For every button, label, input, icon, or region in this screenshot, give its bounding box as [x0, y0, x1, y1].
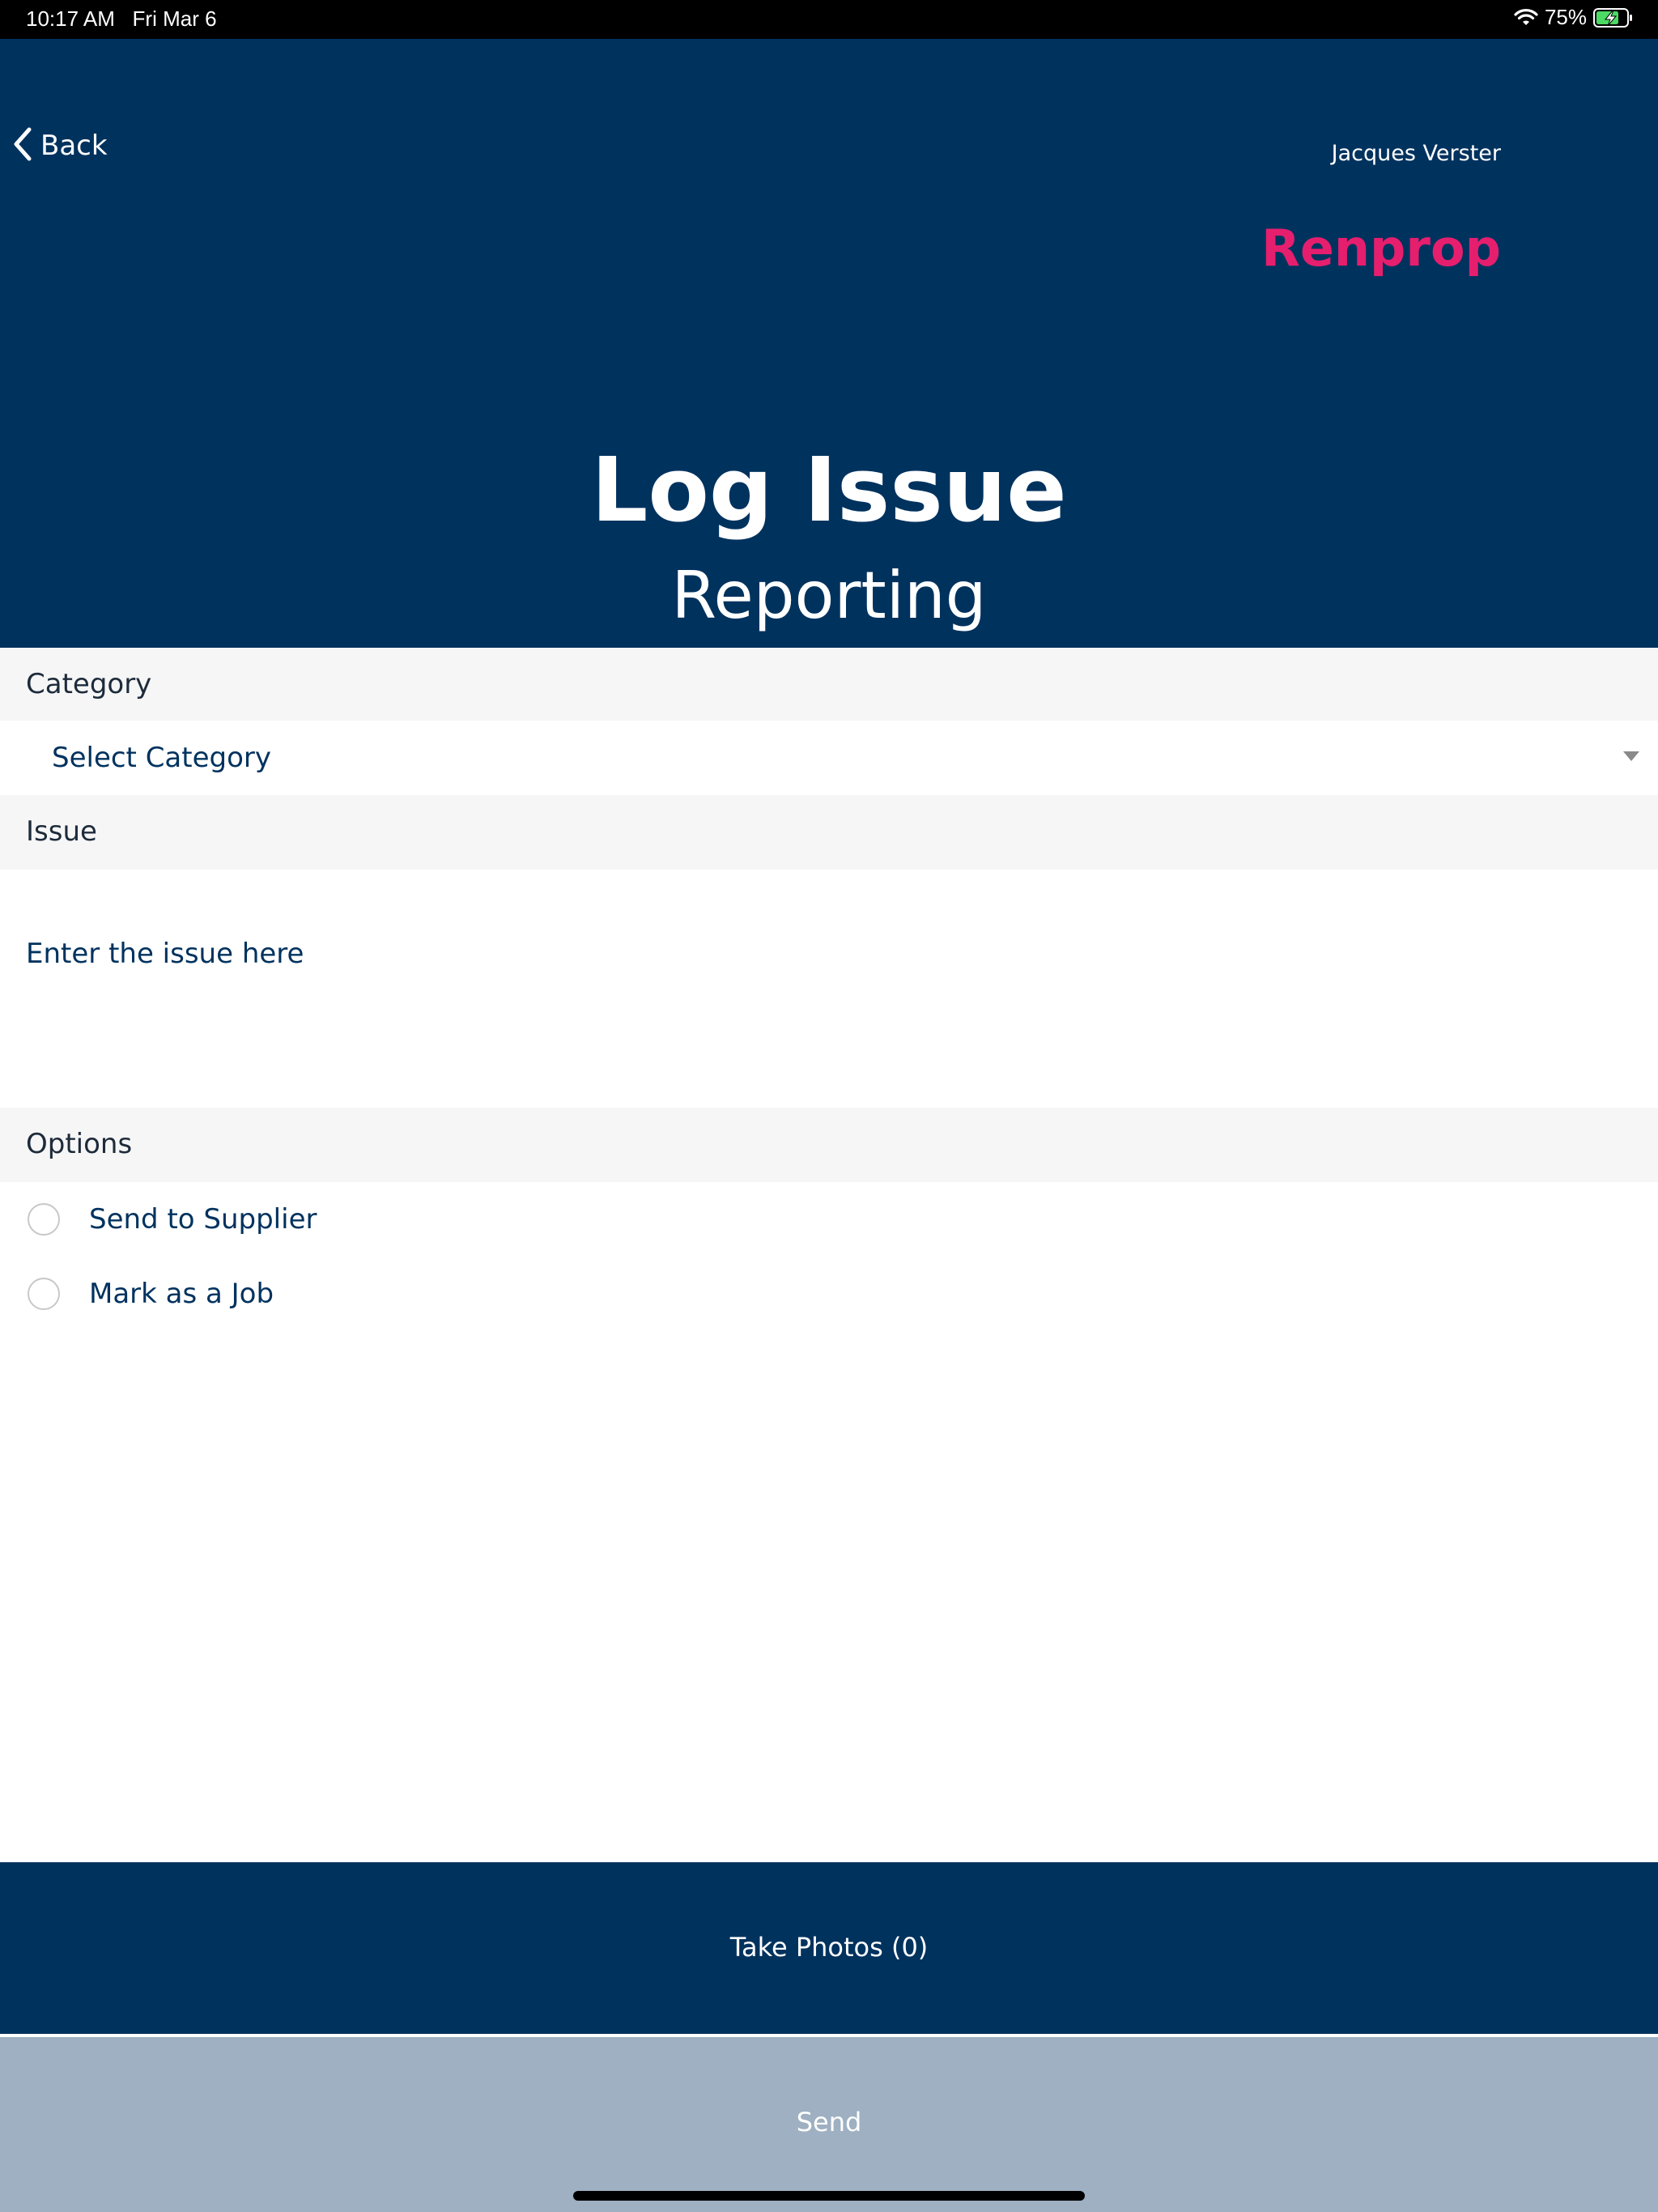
page-subtitle: Reporting: [671, 558, 987, 633]
page-title: Log Issue: [591, 438, 1067, 542]
option-send-to-supplier[interactable]: Send to Supplier: [28, 1203, 317, 1236]
issue-section-header: Issue: [0, 795, 1658, 870]
category-label: Category: [26, 668, 152, 700]
back-label: Back: [40, 130, 108, 162]
battery-charging-icon: [1593, 7, 1634, 28]
take-photos-button[interactable]: Take Photos (0): [0, 1862, 1658, 2034]
category-select[interactable]: Select Category: [0, 721, 1658, 795]
option-label: Send to Supplier: [89, 1203, 317, 1236]
option-mark-as-job[interactable]: Mark as a Job: [28, 1278, 274, 1310]
options-section-header: Options: [0, 1108, 1658, 1182]
status-time: 10:17 AM: [26, 6, 115, 31]
issue-input[interactable]: [18, 929, 1629, 1091]
options-label: Options: [26, 1128, 133, 1160]
category-section-header: Category: [0, 648, 1658, 721]
brand-logo: Renprop: [1261, 219, 1501, 278]
status-bar: 10:17 AM Fri Mar 6 75%: [0, 0, 1658, 39]
issue-area: [0, 870, 1658, 1108]
user-name: Jacques Verster: [1331, 141, 1501, 166]
back-button[interactable]: Back: [11, 126, 108, 165]
header: Back Jacques Verster Renprop Log Issue R…: [0, 39, 1658, 648]
caret-down-icon: [1622, 750, 1640, 765]
wifi-icon: [1514, 8, 1538, 28]
status-indicators: 75%: [1514, 5, 1634, 30]
radio-button[interactable]: [28, 1278, 60, 1310]
status-time-date: 10:17 AM Fri Mar 6: [26, 6, 217, 32]
send-label: Send: [796, 2107, 862, 2138]
take-photos-label: Take Photos (0): [729, 1932, 929, 1963]
option-label: Mark as a Job: [89, 1278, 274, 1310]
status-date: Fri Mar 6: [132, 6, 217, 31]
radio-button[interactable]: [28, 1203, 60, 1236]
battery-percent: 75%: [1544, 5, 1587, 29]
send-button[interactable]: Send: [0, 2037, 1658, 2212]
home-indicator[interactable]: [573, 2191, 1085, 2201]
issue-label: Issue: [26, 815, 97, 848]
chevron-left-icon: [11, 126, 32, 165]
category-select-value: Select Category: [52, 742, 272, 774]
log-issue-screen: 10:17 AM Fri Mar 6 75% Back Jacques Vers…: [0, 0, 1658, 2212]
